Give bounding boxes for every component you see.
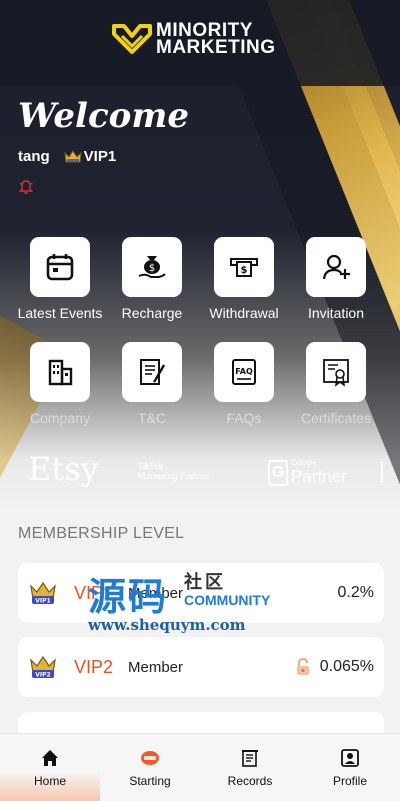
level-member: Member xyxy=(128,658,184,676)
tab-label: Home xyxy=(33,773,66,788)
vip-level: VIP1 xyxy=(83,148,117,165)
menu-label: Company xyxy=(30,410,90,426)
bell-icon[interactable] xyxy=(18,179,34,195)
tiktok-line-1: TikTok xyxy=(138,462,164,471)
svg-text:$: $ xyxy=(149,263,155,274)
menu-label: Recharge xyxy=(121,305,183,321)
level-name: VIP2 xyxy=(74,656,114,677)
google-partner-logo: G Google Partner xyxy=(268,458,347,487)
partner-logos: Etsy TikTok Marketing Partner G Google P… xyxy=(0,448,400,496)
lock-icon xyxy=(297,658,309,675)
menu-label: Certificates xyxy=(300,410,372,426)
logo-line-2: MARKETING xyxy=(156,37,276,58)
logo-mark-icon xyxy=(112,22,152,56)
document-pen-icon xyxy=(140,359,166,385)
profile-icon xyxy=(341,748,359,767)
bottom-tab-bar: Home Starting Records Profile xyxy=(0,733,400,801)
membership-title: MEMBERSHIP LEVEL xyxy=(18,525,185,542)
menu-label: Latest Events xyxy=(17,305,103,321)
svg-text:$: $ xyxy=(241,265,248,276)
building-icon xyxy=(48,359,73,386)
watermark-text-main: 源码 xyxy=(88,577,169,619)
menu-faqs[interactable]: FAQ FAQs xyxy=(198,342,290,426)
tab-profile[interactable]: Profile xyxy=(300,734,400,801)
tab-home[interactable]: Home xyxy=(0,734,100,801)
etsy-logo: Etsy xyxy=(28,450,99,488)
records-icon xyxy=(242,749,258,767)
money-bag-icon: $ xyxy=(138,256,166,278)
starting-icon xyxy=(141,750,159,765)
menu-invitation[interactable]: Invitation xyxy=(290,237,382,321)
menu-label: Withdrawal xyxy=(209,305,279,321)
tab-label: Profile xyxy=(332,773,367,788)
tab-records[interactable]: Records xyxy=(200,734,300,801)
tiktok-partner-logo: TikTok Marketing Partner xyxy=(138,462,210,481)
watermark: 源码 社区 COMMUNITY www.shequym.com xyxy=(88,566,288,636)
tiktok-line-2: Marketing Partner xyxy=(138,471,210,481)
menu-withdrawal[interactable]: $ Withdrawal xyxy=(198,237,290,321)
menu-label: Invitation xyxy=(307,305,365,321)
cash-withdraw-icon: $ xyxy=(230,258,258,277)
user-info: tang VIP1 xyxy=(18,148,116,165)
menu-label: FAQs xyxy=(226,410,262,426)
svg-text:VIP2: VIP2 xyxy=(35,672,50,679)
home-icon xyxy=(42,749,58,766)
level-rate: 0.2% xyxy=(337,584,374,601)
google-g-icon: G xyxy=(268,459,288,486)
vip-crown-icon xyxy=(64,149,82,162)
partner-divider xyxy=(381,462,383,482)
menu-latest-events[interactable]: Latest Events xyxy=(14,237,106,321)
menu-grid: Latest Events $ Recharge $ Withdrawal In… xyxy=(14,237,386,426)
menu-certificates[interactable]: Certificates xyxy=(290,342,382,426)
calendar-icon xyxy=(46,254,74,281)
watermark-text-side: 社区 xyxy=(184,572,226,592)
faq-icon: FAQ xyxy=(232,359,256,385)
app-logo: MINORITY MARKETING xyxy=(112,21,276,58)
menu-recharge[interactable]: $ Recharge xyxy=(106,237,198,321)
google-line-1: Google xyxy=(291,458,317,467)
tab-label: Records xyxy=(227,773,273,788)
menu-terms[interactable]: T&C xyxy=(106,342,198,426)
add-user-icon xyxy=(322,254,350,280)
certificate-icon xyxy=(323,359,349,387)
level-rate: 0.065% xyxy=(319,658,374,675)
menu-company[interactable]: Company xyxy=(14,342,106,426)
menu-label: T&C xyxy=(138,410,166,426)
watermark-url: www.shequym.com xyxy=(88,616,246,634)
svg-text:FAQ: FAQ xyxy=(235,367,253,376)
vip-badge-icon: VIP1 xyxy=(30,581,56,605)
tab-starting[interactable]: Starting xyxy=(100,734,200,801)
welcome-heading: Welcome xyxy=(18,96,189,136)
vip-badge-icon: VIP2 xyxy=(30,655,56,679)
tab-label: Starting xyxy=(129,773,171,788)
svg-text:VIP1: VIP1 xyxy=(35,598,50,605)
level-card-vip2[interactable]: VIP2 VIP2 Member 0.065% xyxy=(18,637,384,697)
watermark-text-community: COMMUNITY xyxy=(184,592,271,608)
username: tang xyxy=(18,148,50,165)
google-line-2: Partner xyxy=(291,467,347,486)
